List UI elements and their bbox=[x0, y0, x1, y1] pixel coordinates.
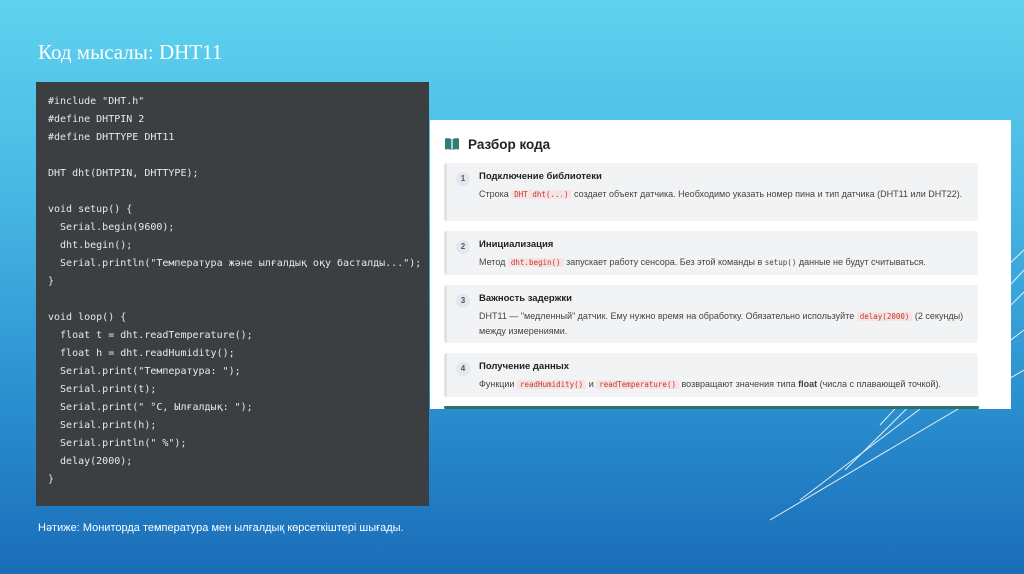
step-title: Инициализация bbox=[479, 239, 554, 250]
code-tag: readHumidity() bbox=[516, 380, 587, 389]
code-review-card: Разбор кода 1 Подключение библиотеки Стр… bbox=[430, 120, 1011, 409]
code-line: #define DHTPIN 2 bbox=[48, 114, 145, 125]
step-description: Строка DHT dht(...) создает объект датчи… bbox=[479, 187, 968, 202]
step-text-part: Метод bbox=[479, 257, 508, 267]
review-step: 2 Инициализация Метод dht.begin() запуск… bbox=[444, 231, 978, 275]
code-line: Serial.print("Температура: "); bbox=[48, 366, 241, 377]
step-text-part: Строка bbox=[479, 189, 512, 199]
code-tag: delay(2000) bbox=[856, 312, 913, 321]
result-caption: Нәтиже: Мониторда температура мен ылғалд… bbox=[38, 522, 404, 534]
code-line: Serial.begin(9600); bbox=[48, 222, 175, 233]
step-text-part: запускает работу сенсора. Без этой коман… bbox=[563, 257, 765, 267]
code-tag: readTemperature() bbox=[596, 380, 679, 389]
step-text-part: Функции bbox=[479, 379, 517, 389]
review-header: Разбор кода bbox=[444, 134, 550, 154]
code-line: Serial.println("Температура және ылғалды… bbox=[48, 258, 422, 269]
step-number: 2 bbox=[456, 240, 470, 254]
review-step: 3 Важность задержки DHT11 — "медленный" … bbox=[444, 285, 978, 343]
code-panel: #include "DHT.h" #define DHTPIN 2 #defin… bbox=[36, 82, 429, 506]
code-line: DHT dht(DHTPIN, DHTTYPE); bbox=[48, 168, 199, 179]
code-line: void setup() { bbox=[48, 204, 133, 215]
review-step: 1 Подключение библиотеки Строка DHT dht(… bbox=[444, 163, 978, 221]
step-text-part: данные не будут считываться. bbox=[796, 257, 926, 267]
step-description: Функции readHumidity() и readTemperature… bbox=[479, 377, 968, 392]
step-title: Подключение библиотеки bbox=[479, 171, 602, 182]
review-step: 4 Получение данных Функции readHumidity(… bbox=[444, 353, 978, 397]
step-title: Получение данных bbox=[479, 361, 570, 372]
step-text-part: и bbox=[586, 379, 597, 389]
step-text-part: DHT11 — "медленный" датчик. Ему нужно вр… bbox=[479, 311, 857, 321]
code-line: Serial.print(h); bbox=[48, 420, 157, 431]
code-line: dht.begin(); bbox=[48, 240, 133, 251]
step-title: Важность задержки bbox=[479, 293, 572, 304]
book-icon bbox=[445, 138, 459, 150]
step-text-part: создает объект датчика. Необходимо указа… bbox=[571, 189, 963, 199]
code-line: } bbox=[48, 474, 55, 485]
step-number: 1 bbox=[456, 172, 470, 186]
code-line: float h = dht.readHumidity(); bbox=[48, 348, 235, 359]
review-title: Разбор кода bbox=[468, 136, 551, 152]
step-number: 3 bbox=[456, 294, 470, 308]
step-text-part: (числа с плавающей точкой). bbox=[817, 379, 942, 389]
code-line: } bbox=[48, 276, 55, 287]
card-bottom-bar bbox=[444, 406, 979, 409]
code-line: void loop() { bbox=[48, 312, 127, 323]
step-description: DHT11 — "медленный" датчик. Ему нужно вр… bbox=[479, 309, 968, 338]
step-description: Метод dht.begin() запускает работу сенсо… bbox=[479, 255, 968, 270]
code-line: float t = dht.readTemperature(); bbox=[48, 330, 253, 341]
code-inline: setup() bbox=[764, 258, 797, 267]
code-line: #include "DHT.h" bbox=[48, 96, 145, 107]
step-number: 4 bbox=[456, 362, 470, 376]
code-tag: dht.begin() bbox=[507, 258, 564, 267]
code-line: Serial.print(" °C, Ылғалдық: "); bbox=[48, 402, 253, 413]
bold-keyword: float bbox=[798, 379, 818, 389]
step-text-part: возвращают значения типа bbox=[678, 379, 799, 389]
code-tag: DHT dht(...) bbox=[511, 190, 572, 199]
code-line: #define DHTTYPE DHT11 bbox=[48, 132, 175, 143]
slide-title: Код мысалы: DHT11 bbox=[38, 40, 223, 64]
code-line: Serial.println(" %"); bbox=[48, 438, 187, 449]
code-line: delay(2000); bbox=[48, 456, 133, 467]
code-line: Serial.print(t); bbox=[48, 384, 157, 395]
